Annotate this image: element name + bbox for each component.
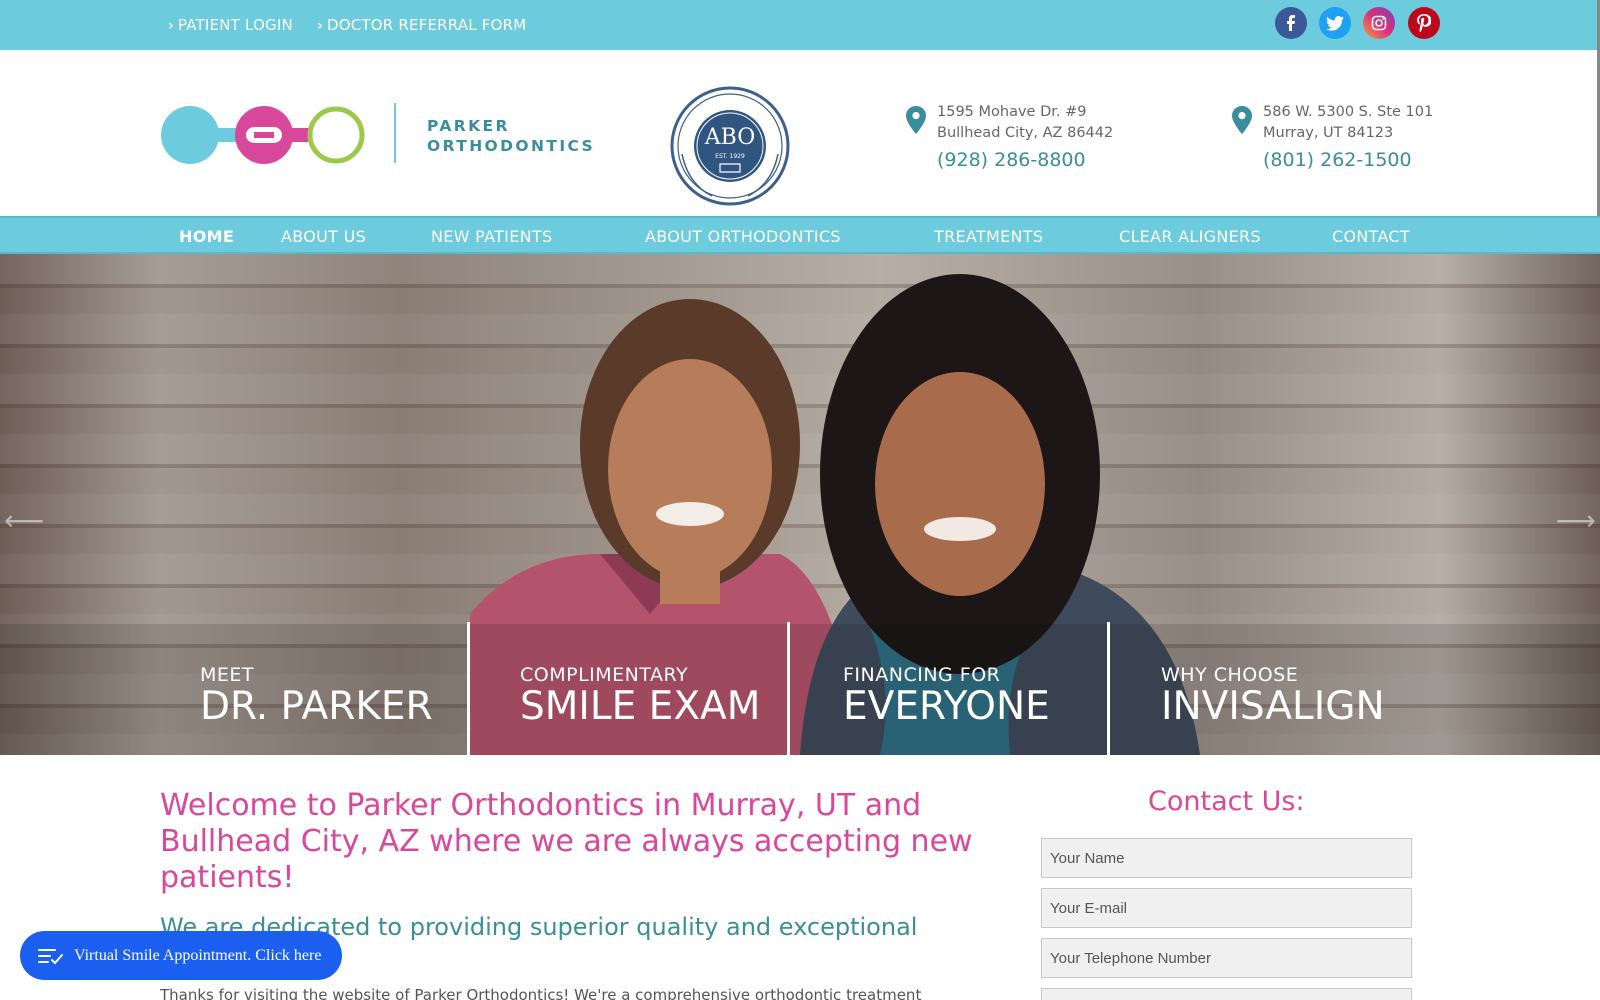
address: 586 W. 5300 S. Ste 101 Murray, UT 84123 <box>1263 102 1493 144</box>
caption-small: MEET <box>200 664 255 686</box>
next-form-field[interactable] <box>1041 988 1412 1000</box>
patient-login-link[interactable]: › PATIENT LOGIN <box>168 16 293 34</box>
instagram-icon[interactable] <box>1363 7 1395 39</box>
caption-small: COMPLIMENTARY <box>520 664 689 686</box>
address-line-2: Murray, UT 84123 <box>1263 125 1394 141</box>
seal-abo-text: ABO <box>704 125 756 150</box>
caption-big: EVERYONE <box>843 684 1050 729</box>
caption-small: WHY CHOOSE <box>1161 664 1299 686</box>
name-input[interactable] <box>1041 838 1412 878</box>
map-pin-icon <box>1232 106 1252 134</box>
nav-clear-aligners[interactable]: CLEAR ALIGNERS <box>1119 227 1261 246</box>
brand-line-2: ORTHODONTICS <box>427 137 596 155</box>
address: 1595 Mohave Dr. #9 Bullhead City, AZ 864… <box>937 102 1167 144</box>
hero-divider <box>1107 622 1110 755</box>
caption-big: SMILE EXAM <box>520 684 761 729</box>
email-input[interactable] <box>1041 888 1412 928</box>
hero-link-invisalign[interactable]: WHY CHOOSE INVISALIGN <box>1161 664 1385 729</box>
doctor-referral-label: DOCTOR REFERRAL FORM <box>326 16 527 34</box>
address-line-1: 1595 Mohave Dr. #9 <box>937 104 1087 120</box>
nav-contact[interactable]: CONTACT <box>1332 227 1410 246</box>
hero-divider <box>787 622 790 755</box>
caption-small: FINANCING FOR <box>843 664 1001 686</box>
hero-link-financing[interactable]: FINANCING FOR EVERYONE <box>843 664 1050 729</box>
chevron-right-icon: › <box>168 18 174 34</box>
slider-prev-arrow[interactable]: ⟵ <box>4 504 44 537</box>
nav-treatments[interactable]: TREATMENTS <box>934 227 1043 246</box>
brand-line-1: PARKER <box>427 117 510 135</box>
chevron-right-icon: › <box>317 18 323 34</box>
main-nav: HOME ABOUT US NEW PATIENTS ABOUT ORTHODO… <box>0 216 1600 254</box>
site-header: PARKER ORTHODONTICS ABO EST. 1929 1595 M… <box>0 50 1600 216</box>
caption-big: DR. PARKER <box>200 684 433 729</box>
abo-board-certified-seal: ABO EST. 1929 <box>670 86 790 206</box>
seal-est-text: EST. 1929 <box>715 153 745 160</box>
pinterest-icon[interactable] <box>1408 7 1440 39</box>
facebook-icon[interactable] <box>1275 7 1307 39</box>
nav-about-orthodontics[interactable]: ABOUT ORTHODONTICS <box>645 227 841 246</box>
address-line-2: Bullhead City, AZ 86442 <box>937 125 1114 141</box>
intro-paragraph: Thanks for visiting the website of Parke… <box>160 986 922 1000</box>
logo-divider <box>394 103 396 163</box>
virtual-smile-appointment-button[interactable]: Virtual Smile Appointment. Click here <box>20 931 342 980</box>
slider-next-arrow[interactable]: ⟶ <box>1556 504 1596 537</box>
caption-big: INVISALIGN <box>1161 684 1385 729</box>
welcome-heading: Welcome to Parker Orthodontics in Murray… <box>160 788 973 895</box>
hero-link-meet-dr-parker[interactable]: MEET DR. PARKER <box>200 664 433 729</box>
address-line-1: 586 W. 5300 S. Ste 101 <box>1263 104 1434 120</box>
patient-login-label: PATIENT LOGIN <box>177 16 293 34</box>
map-pin-icon <box>906 106 926 134</box>
brand-name: PARKER ORTHODONTICS <box>427 116 595 156</box>
doctor-referral-link[interactable]: › DOCTOR REFERRAL FORM <box>317 16 526 34</box>
phone-link[interactable]: (801) 262-1500 <box>1263 149 1412 171</box>
phone-link[interactable]: (928) 286-8800 <box>937 149 1086 171</box>
hero-slider: ⟵ ⟶ MEET DR. PARKER COMPLIMENTARY SMILE … <box>0 254 1600 755</box>
virtual-smile-label: Virtual Smile Appointment. Click here <box>74 946 322 964</box>
hero-divider <box>467 622 470 755</box>
nav-home[interactable]: HOME <box>179 227 234 246</box>
twitter-icon[interactable] <box>1319 7 1351 39</box>
phone-input[interactable] <box>1041 938 1412 978</box>
top-bar: › PATIENT LOGIN › DOCTOR REFERRAL FORM <box>0 0 1600 50</box>
checklist-icon <box>38 948 63 964</box>
nav-new-patients[interactable]: NEW PATIENTS <box>431 227 552 246</box>
hero-link-smile-exam[interactable]: COMPLIMENTARY SMILE EXAM <box>520 664 760 729</box>
contact-form-title: Contact Us: <box>1148 786 1305 817</box>
nav-about-us[interactable]: ABOUT US <box>281 227 366 246</box>
